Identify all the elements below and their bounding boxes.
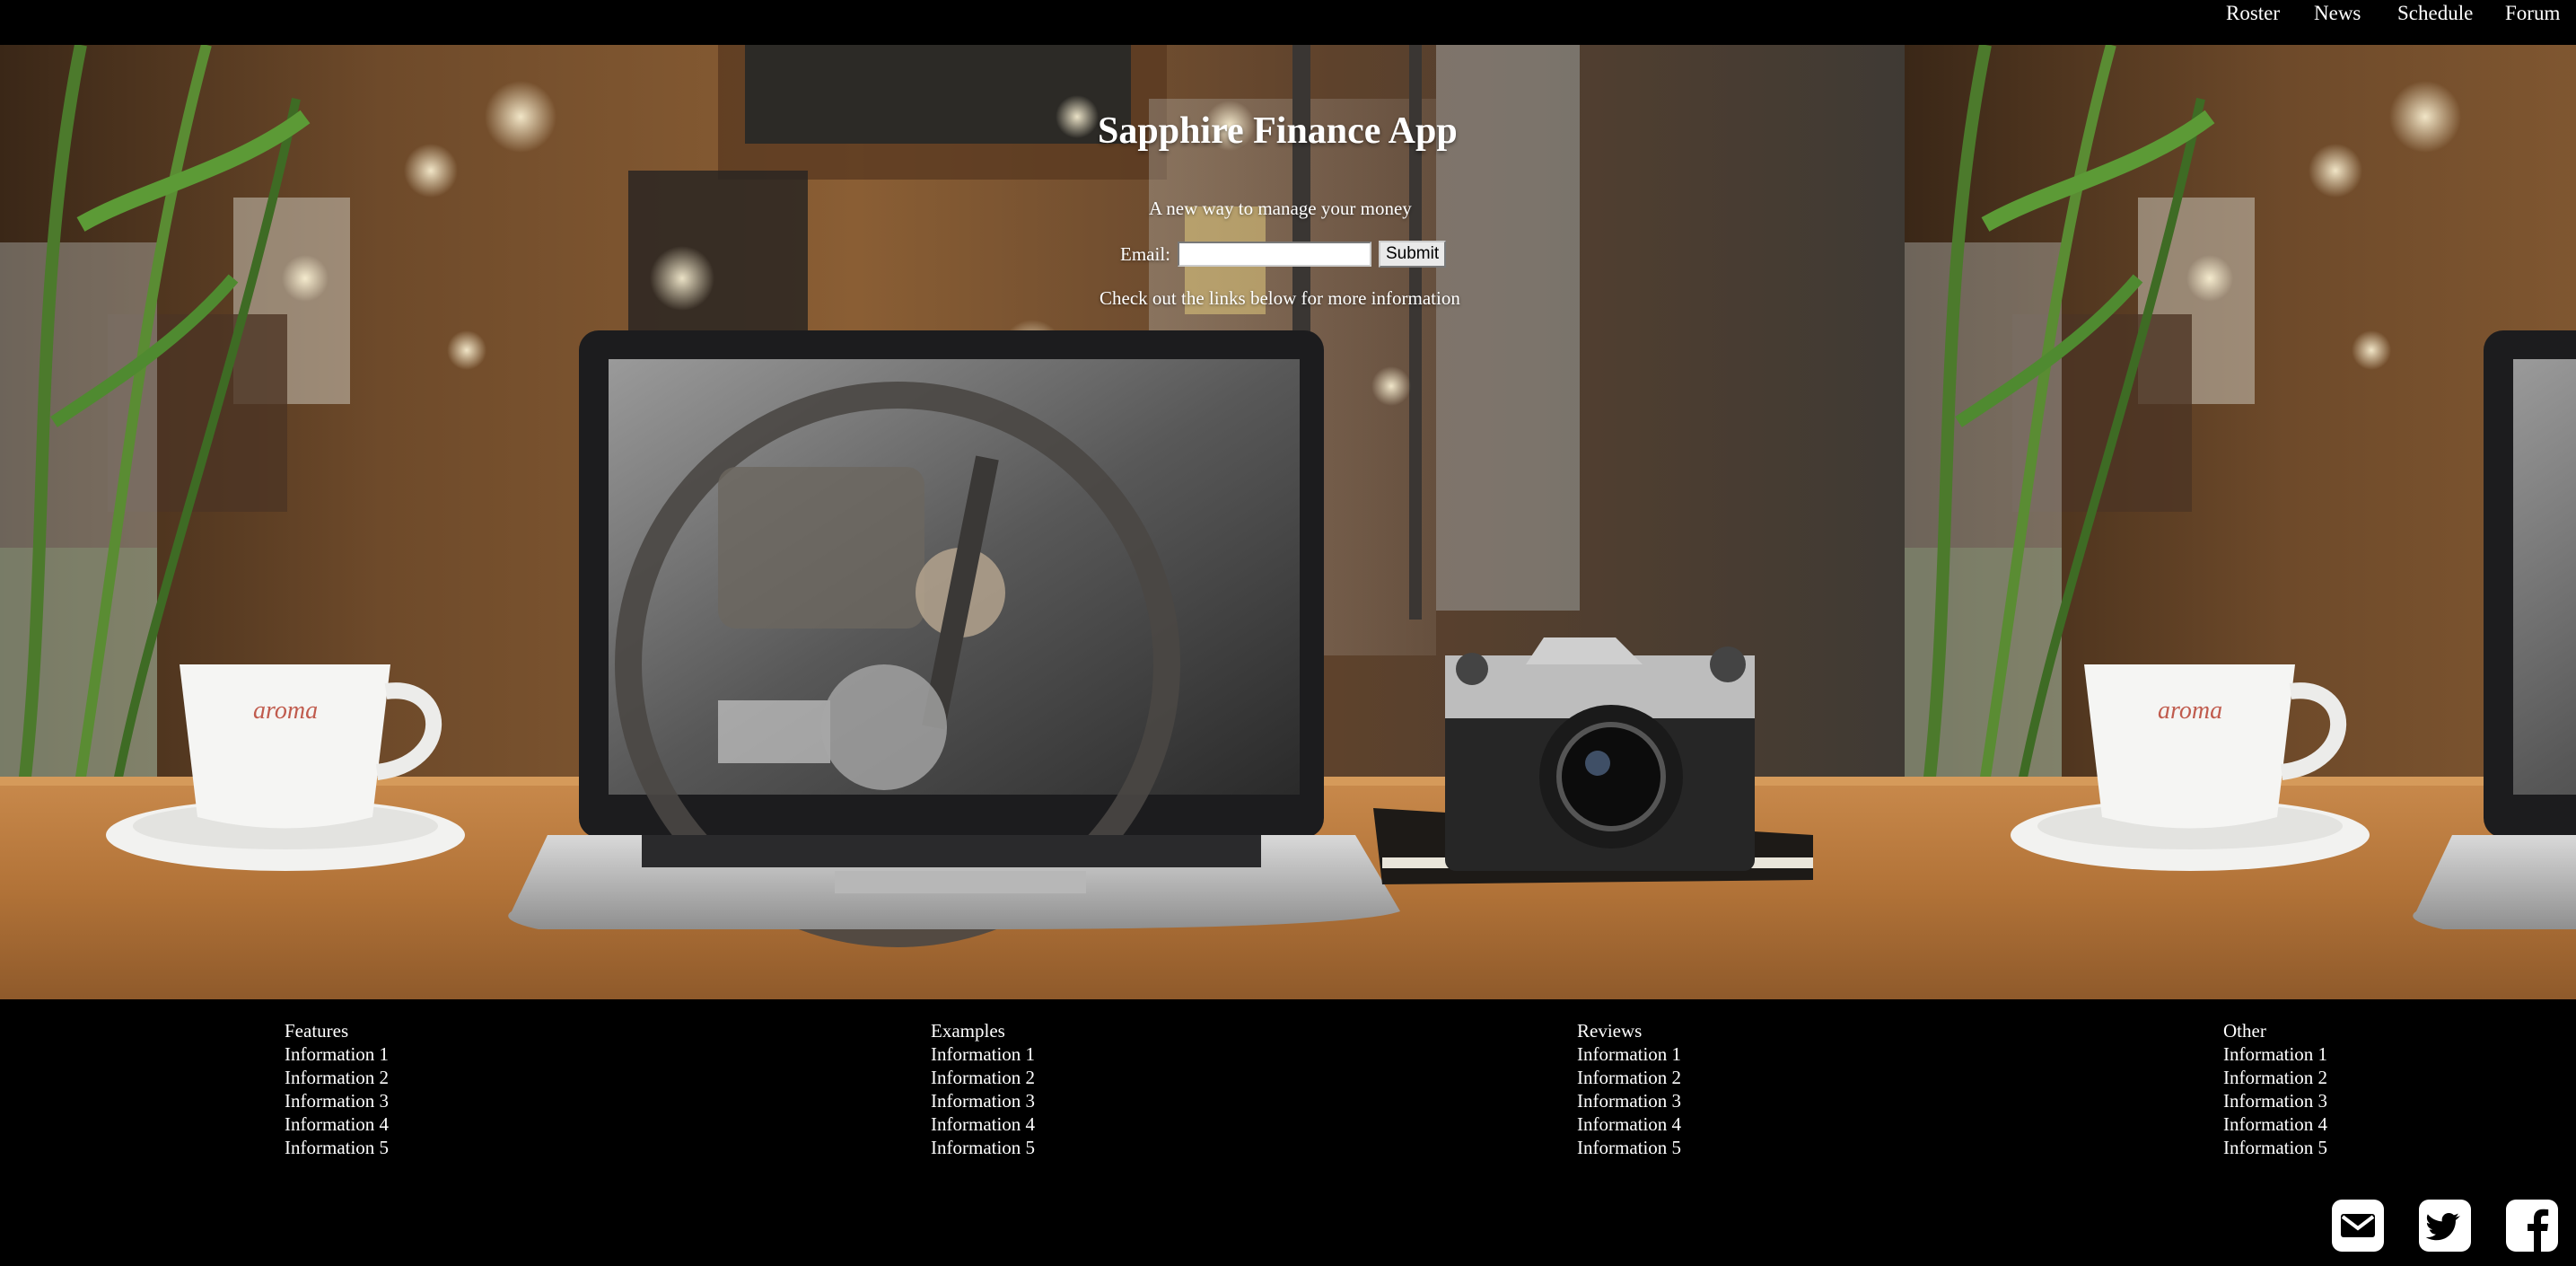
footer-link[interactable]: Information 1 [2223,1042,2327,1066]
footer-link[interactable]: Information 2 [931,1066,1035,1089]
cup-logo-text: aroma [253,697,318,725]
nav-roster-link[interactable]: Roster [2226,2,2280,25]
footer-link[interactable]: Information 4 [931,1112,1035,1136]
footer-link[interactable]: Information 1 [931,1042,1035,1066]
footer-link[interactable]: Information 3 [1577,1089,1681,1112]
footer-link[interactable]: Information 5 [285,1136,389,1159]
twitter-icon[interactable] [2419,1200,2471,1252]
footer-link[interactable]: Information 1 [1577,1042,1681,1066]
envelope-icon[interactable] [2332,1200,2384,1252]
hero-section: aroma aroma Sapphire Finance App A new w… [0,45,2576,999]
top-nav: Roster News Schedule Forum [0,0,2576,45]
cup-logo-text-repeat: aroma [2158,697,2222,725]
email-label: Email: [1120,242,1170,265]
footer-column-title: Examples [931,1020,1005,1042]
footer-link[interactable]: Information 5 [931,1136,1035,1159]
footer-column-reviews: Reviews Information 1 Information 2 Info… [1577,1019,1681,1159]
submit-button[interactable]: Submit [1379,241,1447,268]
footer-link[interactable]: Information 1 [285,1042,389,1066]
footer-link[interactable]: Information 2 [1577,1066,1681,1089]
footer-link[interactable]: Information 3 [931,1089,1035,1112]
hero-background-image-repeat: aroma [1905,45,2576,999]
footer-link[interactable]: Information 4 [2223,1112,2327,1136]
footer-link[interactable]: Information 2 [285,1066,389,1089]
footer-link[interactable]: Information 5 [2223,1136,2327,1159]
email-field[interactable] [1178,242,1371,267]
footer-link[interactable]: Information 2 [2223,1066,2327,1089]
footer-link[interactable]: Information 4 [285,1112,389,1136]
facebook-icon[interactable] [2506,1200,2558,1252]
footer-link[interactable]: Information 5 [1577,1136,1681,1159]
nav-forum-link[interactable]: Forum [2505,2,2560,25]
footer-column-title: Reviews [1577,1020,1643,1042]
footer-column-examples: Examples Information 1 Information 2 Inf… [931,1019,1035,1159]
footer-column-title: Other [2223,1020,2266,1042]
footer-link[interactable]: Information 3 [285,1089,389,1112]
footer-column-other: Other Information 1 Information 2 Inform… [2223,1019,2327,1159]
footer-link[interactable]: Information 3 [2223,1089,2327,1112]
footer-column-features: Features Information 1 Information 2 Inf… [285,1019,389,1159]
hero-background-image: aroma [0,45,1905,999]
nav-schedule-link[interactable]: Schedule [2397,2,2473,25]
nav-news-link[interactable]: News [2314,2,2361,25]
footer-link[interactable]: Information 4 [1577,1112,1681,1136]
email-signup-form: Email: Submit [1120,240,1447,268]
footer-column-title: Features [285,1020,349,1042]
